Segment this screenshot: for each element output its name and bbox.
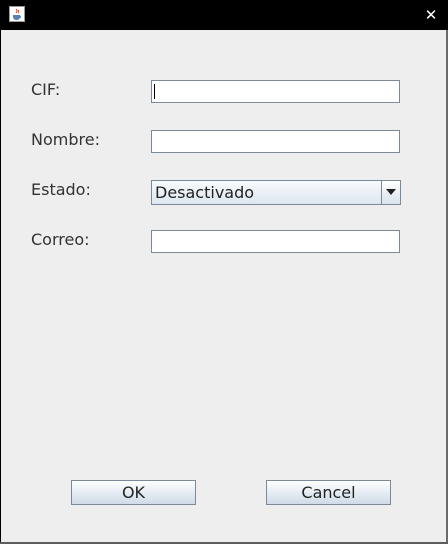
text-caret xyxy=(154,84,155,99)
java-cup-icon xyxy=(9,6,25,22)
triangle-down-icon xyxy=(386,189,396,195)
correo-label: Correo: xyxy=(31,230,90,249)
cif-input[interactable] xyxy=(151,80,400,103)
estado-label: Estado: xyxy=(31,180,91,199)
close-icon: ✕ xyxy=(424,6,438,24)
correo-input[interactable] xyxy=(151,230,400,253)
nombre-label: Nombre: xyxy=(31,130,100,149)
close-button[interactable]: ✕ xyxy=(414,0,448,30)
estado-selected-value: Desactivado xyxy=(155,183,255,202)
cif-label: CIF: xyxy=(31,80,61,99)
estado-dropdown-button[interactable] xyxy=(381,181,400,204)
dialog-window: ✕ CIF: Nombre: Estado: Desactivado Corre… xyxy=(0,0,448,544)
form-panel: CIF: Nombre: Estado: Desactivado Correo:… xyxy=(1,30,447,543)
estado-select[interactable]: Desactivado xyxy=(151,180,401,205)
nombre-input[interactable] xyxy=(151,130,400,153)
title-bar[interactable]: ✕ xyxy=(0,0,448,30)
ok-button[interactable]: OK xyxy=(71,480,196,505)
cancel-button[interactable]: Cancel xyxy=(266,480,391,505)
